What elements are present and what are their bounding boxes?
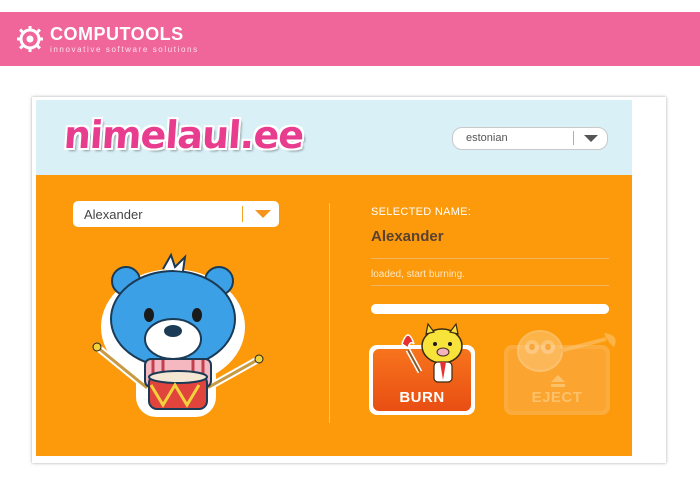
divider (371, 258, 609, 259)
gear-icon (17, 26, 43, 52)
name-select[interactable]: Alexander (73, 201, 279, 227)
name-select-value: Alexander (84, 207, 143, 222)
top-banner: COMPUTOOLS innovative software solutions (0, 12, 700, 66)
progress-bar (371, 304, 609, 314)
brand-tagline: innovative software solutions (50, 44, 199, 54)
app-logo[interactable]: nimelaul.ee (62, 113, 304, 157)
app-window: nimelaul.ee estonian Alexander SELECTED … (32, 97, 666, 463)
status-text: loaded, start burning. (371, 269, 465, 280)
brand-name: COMPUTOOLS (50, 23, 184, 44)
selected-name-value: Alexander (371, 228, 444, 245)
chevron-down-icon[interactable] (255, 210, 271, 218)
divider (371, 285, 609, 286)
language-select[interactable]: estonian (452, 127, 608, 150)
progress-fill (371, 304, 609, 314)
vertical-divider (329, 203, 330, 423)
chevron-down-icon[interactable] (584, 135, 598, 142)
select-divider (573, 131, 574, 145)
language-select-value: estonian (466, 132, 508, 144)
app-container: nimelaul.ee estonian Alexander SELECTED … (36, 100, 632, 456)
owl-with-brush-mascot (517, 330, 616, 372)
eject-icon (551, 375, 565, 387)
app-body: Alexander SELECTED NAME: Alexander loade… (36, 175, 632, 456)
bear-drummer-mascot (92, 252, 264, 417)
selected-name-label: SELECTED NAME: (371, 206, 472, 218)
eject-button-label: EJECT (531, 389, 583, 406)
app-header: nimelaul.ee estonian (36, 100, 632, 175)
pig-with-torch-mascot (401, 322, 463, 383)
computools-logo[interactable]: COMPUTOOLS innovative software solutions (16, 20, 199, 58)
burn-button-label: BURN (399, 389, 445, 406)
select-divider (242, 206, 243, 222)
